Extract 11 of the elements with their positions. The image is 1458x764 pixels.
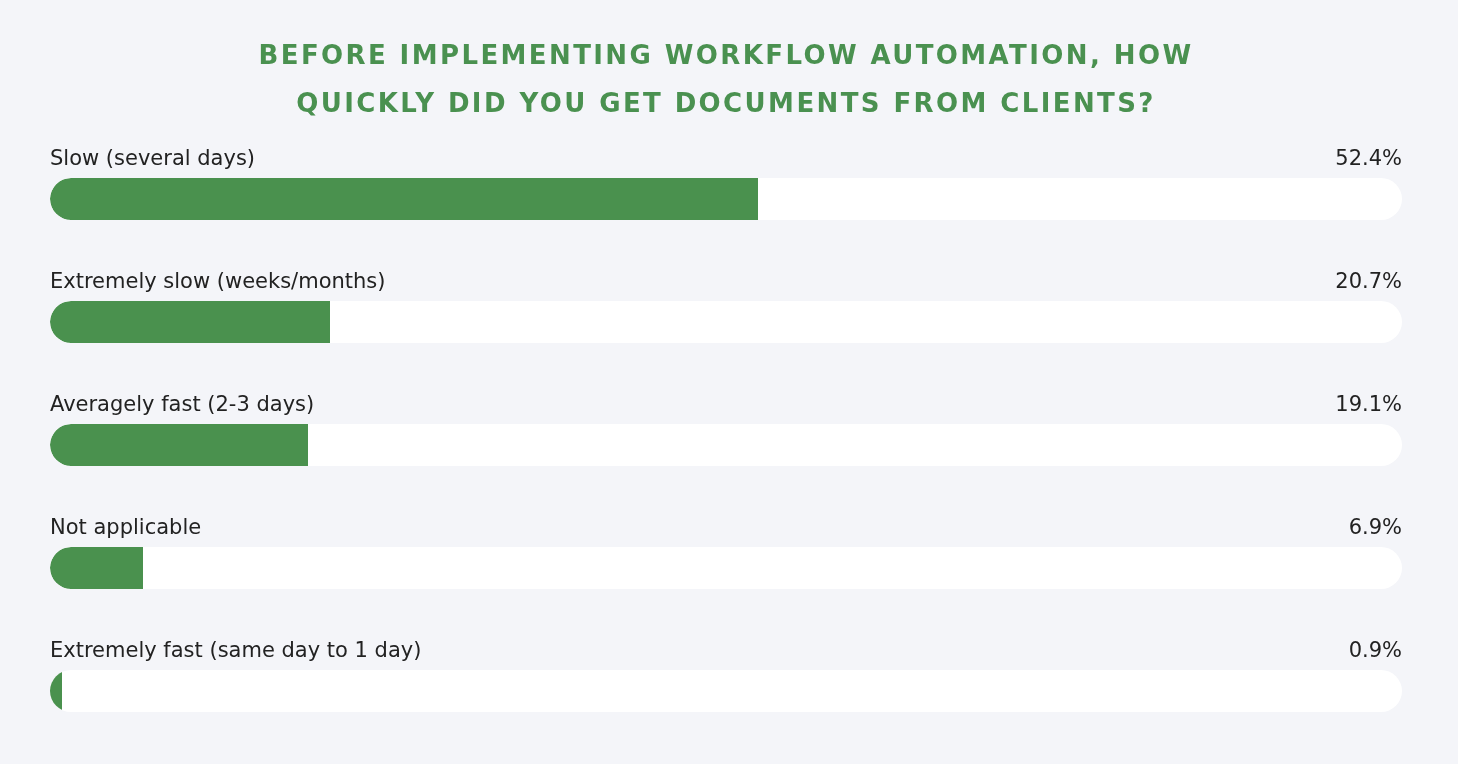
answer-label: Extremely fast (same day to 1 day) xyxy=(50,637,422,663)
answer-label: Averagely fast (2-3 days) xyxy=(50,391,315,417)
percentage-value: 19.1% xyxy=(1335,391,1402,417)
percentage-value: 20.7% xyxy=(1335,268,1402,294)
answer-label: Extremely slow (weeks/months) xyxy=(50,268,386,294)
answer-label: Slow (several days) xyxy=(50,145,256,171)
percentage-value: 6.9% xyxy=(1348,514,1402,540)
percentage-value: 0.9% xyxy=(1348,637,1402,663)
answer-label: Not applicable xyxy=(50,514,202,540)
percentage-value: 52.4% xyxy=(1335,145,1402,171)
chart-title: BEFORE IMPLEMENTING WORKFLOW AUTOMATION, HOW QUICKLY DID YOU GET DOCUMENTS FROM CLIENTS? xyxy=(257,39,1195,120)
